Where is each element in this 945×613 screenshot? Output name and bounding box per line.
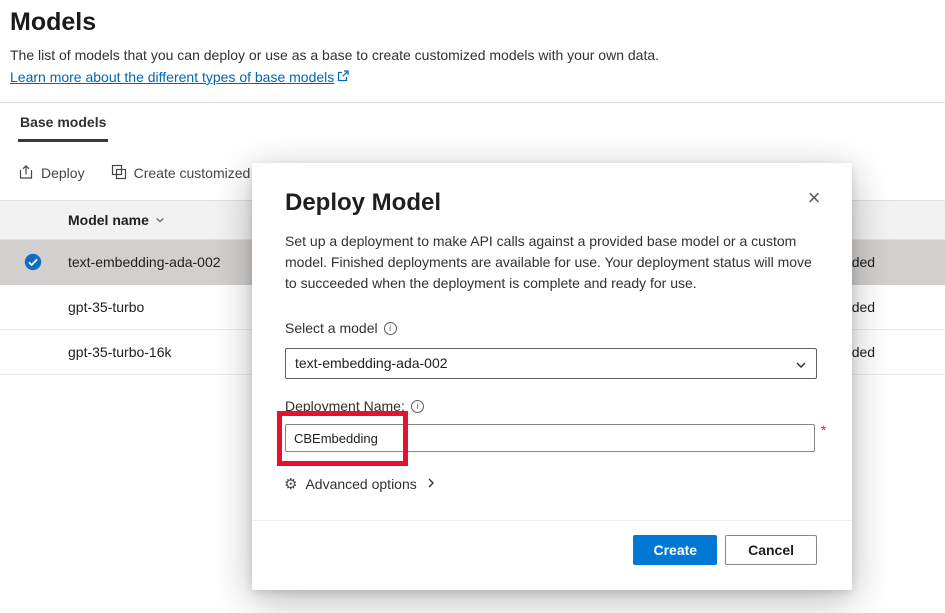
close-button[interactable]: × (800, 185, 828, 213)
table-header-model-name[interactable]: Model name (68, 201, 165, 240)
select-model-label: Select a model i (285, 320, 397, 336)
deploy-button[interactable]: Deploy (18, 164, 85, 183)
deployment-name-label: Deployment Name: i (285, 398, 424, 414)
page-subtitle: The list of models that you can deploy o… (10, 47, 659, 63)
tab-base-models[interactable]: Base models (18, 114, 108, 142)
learn-more-link[interactable]: Learn more about the different types of … (10, 69, 349, 85)
dialog-divider (252, 520, 852, 521)
deploy-label: Deploy (41, 165, 85, 181)
page-title: Models (10, 8, 96, 37)
create-customized-icon (111, 164, 127, 183)
external-link-icon (337, 69, 349, 85)
dialog-description: Set up a deployment to make API calls ag… (285, 231, 825, 294)
info-icon[interactable]: i (384, 322, 397, 335)
row-selected-check-icon[interactable] (24, 253, 42, 271)
close-icon: × (808, 185, 821, 210)
gear-icon: ⚙ (284, 475, 297, 493)
chevron-right-icon (425, 476, 437, 492)
model-dropdown[interactable]: text-embedding-ada-002 (285, 348, 817, 379)
advanced-options-button[interactable]: ⚙ Advanced options (284, 475, 437, 493)
model-dropdown-value: text-embedding-ada-002 (295, 349, 448, 378)
deployment-name-input[interactable] (285, 424, 815, 452)
model-name-cell: gpt-35-turbo (68, 285, 144, 330)
required-asterisk: * (821, 422, 826, 438)
deploy-icon (18, 164, 34, 183)
select-model-label-text: Select a model (285, 320, 378, 336)
sort-chevron-icon (155, 201, 165, 240)
header-divider (0, 102, 945, 103)
dialog-footer: Create Cancel (633, 535, 817, 565)
create-button[interactable]: Create (633, 535, 717, 565)
cancel-button[interactable]: Cancel (725, 535, 817, 565)
deploy-model-dialog: Deploy Model × Set up a deployment to ma… (252, 163, 852, 590)
dialog-title: Deploy Model (285, 189, 441, 217)
model-name-header-label: Model name (68, 201, 149, 240)
deployment-name-label-text: Deployment Name: (285, 398, 405, 414)
advanced-options-label: Advanced options (305, 476, 416, 492)
info-icon[interactable]: i (411, 400, 424, 413)
learn-more-label: Learn more about the different types of … (10, 69, 334, 85)
model-name-cell: gpt-35-turbo-16k (68, 330, 172, 375)
chevron-down-icon (795, 358, 807, 376)
model-name-cell: text-embedding-ada-002 (68, 240, 221, 285)
